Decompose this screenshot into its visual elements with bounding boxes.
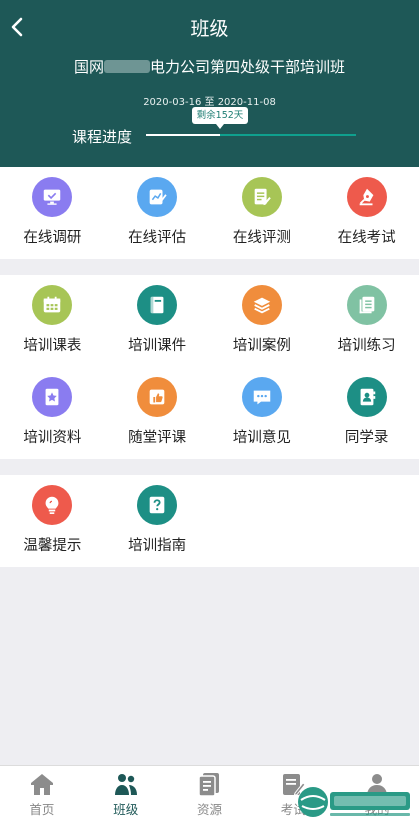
tile-icon-badge bbox=[137, 285, 178, 325]
book-icon bbox=[150, 296, 164, 314]
chat-bubble-icon bbox=[253, 390, 271, 405]
assessment-section: 在线调研 在线评估 在线评测 在线考试 bbox=[0, 167, 419, 259]
tile-grid: 在线调研 在线评估 在线评测 在线考试 bbox=[0, 167, 419, 259]
tile-book[interactable]: 培训课件 bbox=[105, 275, 210, 367]
tile-icon-badge bbox=[346, 285, 387, 325]
layers-icon bbox=[253, 297, 271, 314]
date-start: 2020-03-16 bbox=[143, 97, 202, 108]
tab-label: 班级 bbox=[113, 802, 139, 817]
tile-icon-badge bbox=[137, 377, 178, 417]
tile-label: 随堂评课 bbox=[128, 430, 187, 446]
tile-lightbulb[interactable]: 温馨提示 bbox=[0, 475, 105, 567]
tile-label: 培训意见 bbox=[232, 430, 291, 446]
tile-label: 在线调研 bbox=[23, 230, 82, 246]
tile-label: 培训练习 bbox=[337, 338, 396, 354]
thumbs-up-book-icon bbox=[149, 389, 165, 405]
tile-icon-badge bbox=[137, 485, 178, 525]
edit-chart-icon bbox=[149, 189, 167, 205]
tile-label: 在线评测 bbox=[232, 230, 291, 246]
tile-icon-badge bbox=[346, 377, 387, 417]
tile-icon-badge bbox=[241, 177, 282, 217]
tile-document-pencil[interactable]: 在线评测 bbox=[210, 167, 315, 259]
tile-monitor-check[interactable]: 在线调研 bbox=[0, 167, 105, 259]
remaining-days-badge: 剩余152天 bbox=[192, 107, 248, 129]
tile-chat-bubble[interactable]: 培训意见 bbox=[210, 367, 315, 459]
tile-label: 培训课表 bbox=[23, 338, 82, 354]
progress-bar-fill bbox=[146, 134, 220, 136]
tile-label: 在线评估 bbox=[128, 230, 187, 246]
people-icon bbox=[114, 774, 137, 795]
tile-icon-badge bbox=[32, 485, 73, 525]
tile-grid: 培训课表 培训课件 培训案例 培训练习培训资料 随堂评课 培训意见 同学录 bbox=[0, 275, 419, 459]
watermark-logo bbox=[298, 787, 410, 817]
tab-icon-wrap bbox=[112, 771, 140, 797]
tile-icon-badge bbox=[32, 177, 73, 217]
tab-documents[interactable]: 资源 bbox=[168, 766, 252, 823]
tile-label: 同学录 bbox=[344, 430, 389, 446]
tile-grid: 温馨提示 培训指南 bbox=[0, 475, 419, 567]
tile-icon-badge bbox=[241, 285, 282, 325]
tile-label: 温馨提示 bbox=[23, 538, 82, 554]
page-title: 班级 bbox=[190, 18, 229, 40]
tile-edit-chart[interactable]: 在线评估 bbox=[105, 167, 210, 259]
tile-label: 培训资料 bbox=[23, 430, 82, 446]
tile-pen-nib[interactable]: 在线考试 bbox=[314, 167, 419, 259]
tile-label: 培训案例 bbox=[232, 338, 291, 354]
tab-people[interactable]: 班级 bbox=[84, 766, 168, 823]
info-section: 温馨提示 培训指南 bbox=[0, 475, 419, 567]
tile-contacts-book[interactable]: 同学录 bbox=[314, 367, 419, 459]
star-book-icon bbox=[45, 388, 59, 406]
course-name-prefix: 国网 bbox=[73, 58, 104, 76]
course-dates: 2020-03-16 至 2020-11-08 bbox=[0, 93, 419, 108]
header: 班级 国网 电力公司第四处级干部培训班 2020-03-16 至 2020-11-… bbox=[0, 0, 419, 167]
tile-icon-badge bbox=[346, 177, 387, 217]
tile-star-book[interactable]: 培训资料 bbox=[0, 367, 105, 459]
pen-nib-icon bbox=[359, 188, 374, 206]
tab-icon-wrap bbox=[195, 771, 223, 797]
tile-label: 培训课件 bbox=[128, 338, 187, 354]
tile-label: 在线考试 bbox=[337, 230, 396, 246]
tile-thumbs-up-book[interactable]: 随堂评课 bbox=[105, 367, 210, 459]
training-section: 培训课表 培训课件 培训案例 培训练习培训资料 随堂评课 培训意见 同学录 bbox=[0, 275, 419, 459]
tile-question-book[interactable]: 培训指南 bbox=[105, 475, 210, 567]
contacts-book-icon bbox=[360, 388, 375, 406]
progress-label: 课程进度 bbox=[72, 128, 133, 146]
lightbulb-icon bbox=[45, 496, 59, 514]
tile-icon-badge bbox=[137, 177, 178, 217]
tile-copy-list[interactable]: 培训练习 bbox=[314, 275, 419, 367]
progress-bar bbox=[146, 134, 356, 136]
home-icon bbox=[30, 774, 53, 795]
tile-icon-badge bbox=[32, 377, 73, 417]
monitor-check-icon bbox=[44, 189, 61, 205]
course-name: 国网 电力公司第四处级干部培训班 bbox=[0, 56, 419, 77]
tab-icon-wrap bbox=[28, 771, 56, 797]
redacted-text bbox=[104, 60, 150, 73]
tab-label: 首页 bbox=[29, 802, 55, 817]
tab-home[interactable]: 首页 bbox=[0, 766, 84, 823]
documents-icon bbox=[198, 773, 220, 797]
tile-label: 培训指南 bbox=[128, 538, 187, 554]
course-name-suffix: 电力公司第四处级干部培训班 bbox=[150, 58, 346, 76]
calendar-grid-icon bbox=[44, 296, 61, 313]
tile-layers[interactable]: 培训案例 bbox=[210, 275, 315, 367]
question-book-icon bbox=[149, 496, 165, 514]
document-pencil-icon bbox=[254, 188, 271, 206]
copy-list-icon bbox=[359, 296, 374, 314]
tile-icon-badge bbox=[241, 377, 282, 417]
tile-icon-badge bbox=[32, 285, 73, 325]
tile-calendar-grid[interactable]: 培训课表 bbox=[0, 275, 105, 367]
tab-label: 资源 bbox=[196, 802, 222, 817]
